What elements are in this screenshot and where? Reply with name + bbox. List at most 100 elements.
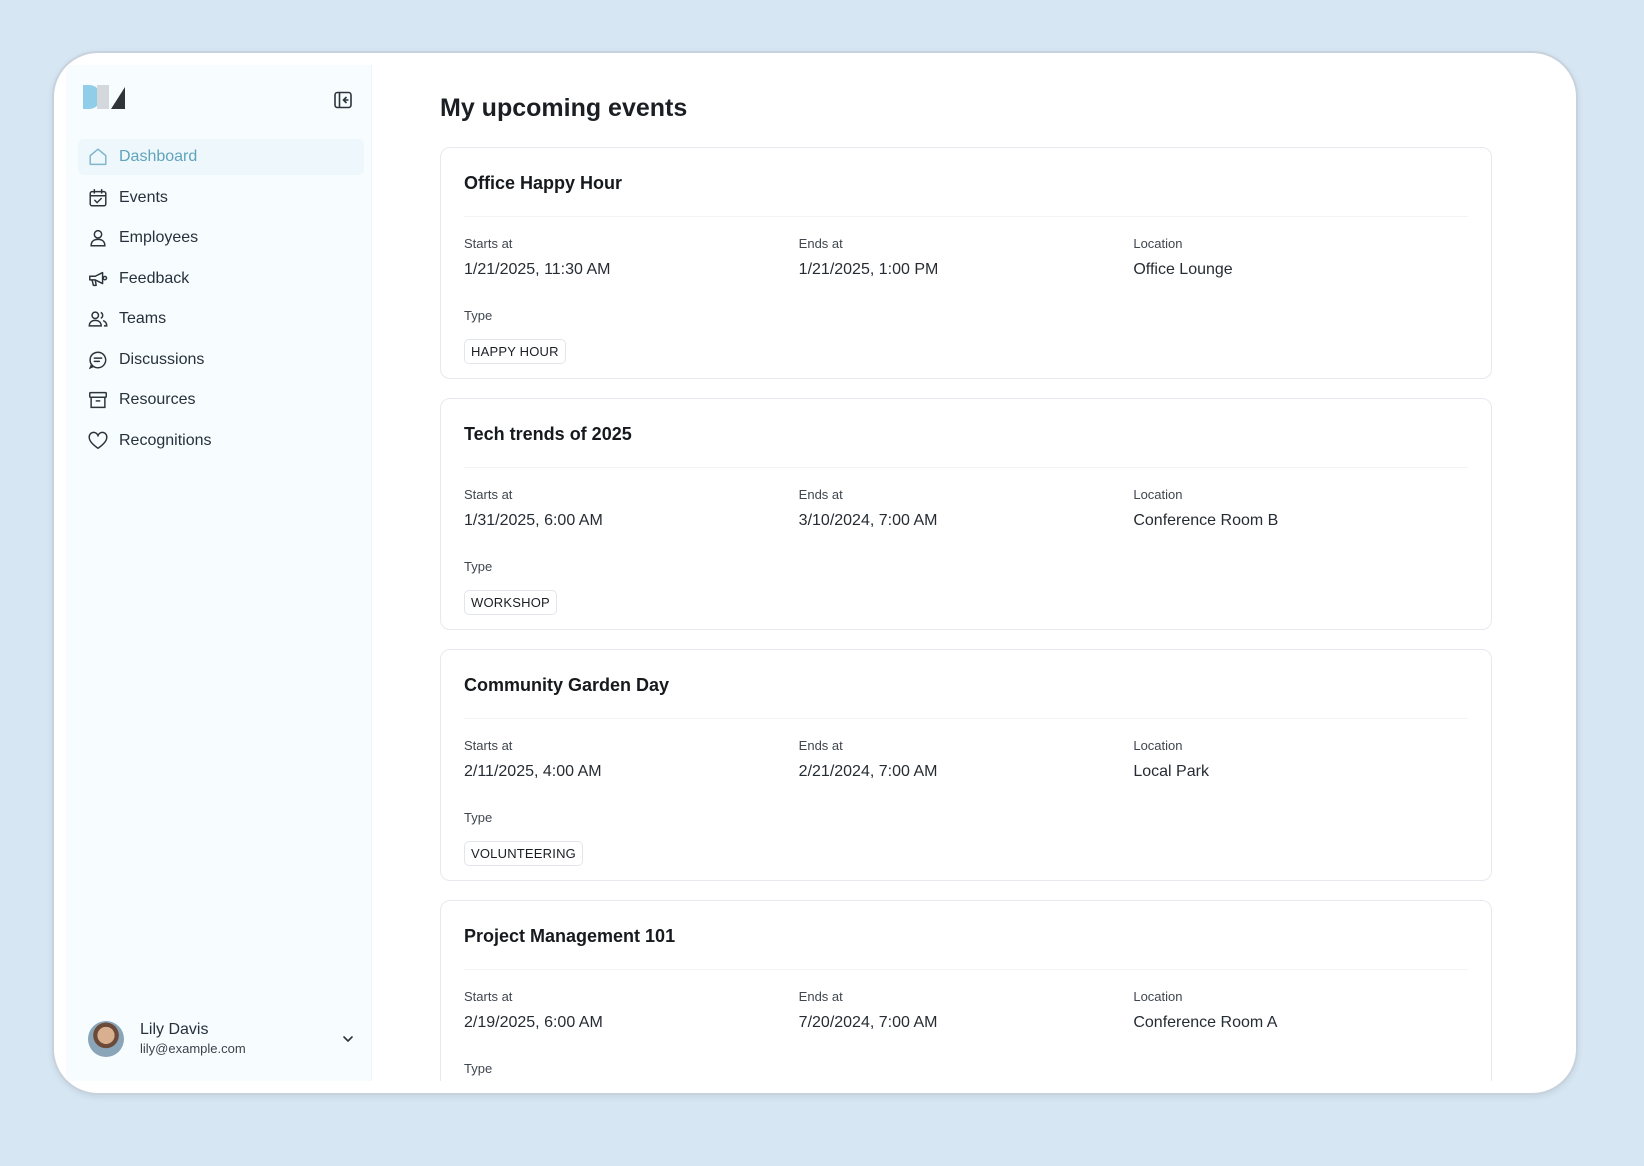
field-label: Type — [464, 559, 493, 574]
user-menu[interactable]: Lily Davis lily@example.com — [88, 1017, 358, 1061]
event-title: Community Garden Day — [464, 675, 670, 695]
ends-value: 1/21/2025, 1:00 PM — [798, 261, 939, 278]
field-label: Ends at — [798, 236, 843, 251]
event-card[interactable]: Office Happy Hour Starts at 1/21/2025, 1… — [440, 147, 1492, 379]
sidebar-item-recognitions[interactable]: Recognitions — [78, 423, 364, 459]
field-label: Ends at — [798, 989, 843, 1004]
sidebar-item-events[interactable]: Events — [78, 180, 364, 216]
sidebar-collapse-icon[interactable] — [332, 89, 354, 111]
chevron-down-icon[interactable] — [338, 1029, 358, 1049]
archive-box-icon — [86, 388, 110, 412]
location-field: Location Conference Room A — [1133, 989, 1468, 1033]
type-field: Type WORKSHOP — [464, 559, 557, 615]
user-email: lily@example.com — [140, 1041, 246, 1056]
event-type-badge: HAPPY HOUR — [464, 339, 566, 364]
ends-field: Ends at 3/10/2024, 7:00 AM — [799, 487, 1134, 531]
field-label: Type — [464, 1061, 493, 1076]
type-field: Type HAPPY HOUR — [464, 308, 566, 364]
sidebar-item-label: Dashboard — [119, 148, 198, 165]
event-fields: Starts at 1/21/2025, 11:30 AM Ends at 1/… — [464, 236, 1468, 280]
home-icon — [86, 145, 110, 169]
event-fields: Starts at 1/31/2025, 6:00 AM Ends at 3/1… — [464, 487, 1468, 531]
event-card[interactable]: Community Garden Day Starts at 2/11/2025… — [440, 649, 1492, 881]
ends-field: Ends at 1/21/2025, 1:00 PM — [799, 236, 1134, 280]
location-value: Conference Room B — [1133, 512, 1279, 529]
ends-value: 7/20/2024, 7:00 AM — [798, 1014, 938, 1031]
divider — [464, 718, 1468, 719]
starts-field: Starts at 2/19/2025, 6:00 AM — [464, 989, 799, 1033]
location-value: Local Park — [1133, 763, 1209, 780]
sidebar: Dashboard Events Employees Feedback Team… — [66, 65, 372, 1081]
field-label: Type — [464, 810, 493, 825]
type-field: Type — [464, 1061, 492, 1081]
sidebar-item-label: Teams — [119, 310, 167, 327]
event-type-badge: VOLUNTEERING — [464, 841, 583, 866]
main-content: My upcoming events Office Happy Hour Sta… — [372, 65, 1564, 1081]
location-value: Office Lounge — [1133, 261, 1233, 278]
ends-field: Ends at 7/20/2024, 7:00 AM — [799, 989, 1134, 1033]
event-card[interactable]: Project Management 101 Starts at 2/19/20… — [440, 900, 1492, 1081]
starts-value: 1/31/2025, 6:00 AM — [464, 512, 603, 529]
ends-value: 2/21/2024, 7:00 AM — [798, 763, 938, 780]
event-card[interactable]: Tech trends of 2025 Starts at 1/31/2025,… — [440, 398, 1492, 630]
field-label: Starts at — [464, 989, 513, 1004]
field-label: Starts at — [464, 236, 513, 251]
starts-field: Starts at 2/11/2025, 4:00 AM — [464, 738, 799, 782]
chat-bubble-icon — [86, 348, 110, 372]
sidebar-item-dashboard[interactable]: Dashboard — [78, 139, 364, 175]
sidebar-item-label: Events — [119, 188, 168, 206]
starts-value: 2/11/2025, 4:00 AM — [464, 763, 602, 780]
field-label: Ends at — [798, 738, 843, 753]
event-type-badge: WORKSHOP — [464, 590, 557, 615]
user-name: Lily Davis — [140, 1021, 209, 1038]
starts-field: Starts at 1/31/2025, 6:00 AM — [464, 487, 799, 531]
user-info: Lily Davis lily@example.com — [140, 1020, 338, 1058]
sidebar-item-teams[interactable]: Teams — [78, 301, 364, 337]
brand-logo[interactable] — [83, 83, 129, 111]
avatar — [88, 1021, 124, 1057]
divider — [464, 216, 1468, 217]
starts-value: 1/21/2025, 11:30 AM — [464, 261, 611, 278]
event-title: Tech trends of 2025 — [464, 424, 632, 444]
sidebar-nav: Dashboard Events Employees Feedback Team… — [78, 139, 364, 463]
page-title: My upcoming events — [440, 94, 688, 122]
ends-value: 3/10/2024, 7:00 AM — [798, 512, 938, 529]
event-title: Project Management 101 — [464, 926, 676, 946]
ends-field: Ends at 2/21/2024, 7:00 AM — [799, 738, 1134, 782]
field-label: Location — [1133, 236, 1183, 251]
sidebar-item-discussions[interactable]: Discussions — [78, 342, 364, 378]
location-field: Location Conference Room B — [1133, 487, 1468, 531]
starts-value: 2/19/2025, 6:00 AM — [464, 1014, 603, 1031]
sidebar-item-label: Discussions — [119, 350, 205, 368]
sidebar-item-label: Employees — [119, 229, 199, 246]
field-label: Ends at — [798, 487, 843, 502]
starts-field: Starts at 1/21/2025, 11:30 AM — [464, 236, 799, 280]
divider — [464, 467, 1468, 468]
event-fields: Starts at 2/19/2025, 6:00 AM Ends at 7/2… — [464, 989, 1468, 1033]
field-label: Location — [1133, 989, 1183, 1004]
sidebar-item-employees[interactable]: Employees — [78, 220, 364, 256]
field-label: Location — [1133, 738, 1183, 753]
calendar-check-icon — [86, 186, 110, 210]
divider — [464, 969, 1468, 970]
heart-icon — [86, 429, 110, 453]
location-field: Location Local Park — [1133, 738, 1468, 782]
sidebar-item-feedback[interactable]: Feedback — [78, 261, 364, 297]
field-label: Starts at — [464, 487, 513, 502]
sidebar-item-resources[interactable]: Resources — [78, 382, 364, 418]
type-field: Type VOLUNTEERING — [464, 810, 583, 866]
event-title: Office Happy Hour — [464, 173, 623, 193]
location-value: Conference Room A — [1133, 1014, 1278, 1031]
field-label: Starts at — [464, 738, 513, 753]
user-icon — [86, 226, 110, 250]
sidebar-item-label: Feedback — [119, 269, 190, 287]
field-label: Type — [464, 308, 493, 323]
app-window: Dashboard Events Employees Feedback Team… — [66, 65, 1564, 1081]
sidebar-item-label: Resources — [119, 391, 196, 408]
users-icon — [86, 307, 110, 331]
device-frame: Dashboard Events Employees Feedback Team… — [52, 51, 1578, 1095]
megaphone-icon — [86, 267, 110, 291]
event-fields: Starts at 2/11/2025, 4:00 AM Ends at 2/2… — [464, 738, 1468, 782]
field-label: Location — [1133, 487, 1183, 502]
sidebar-item-label: Recognitions — [119, 431, 212, 449]
